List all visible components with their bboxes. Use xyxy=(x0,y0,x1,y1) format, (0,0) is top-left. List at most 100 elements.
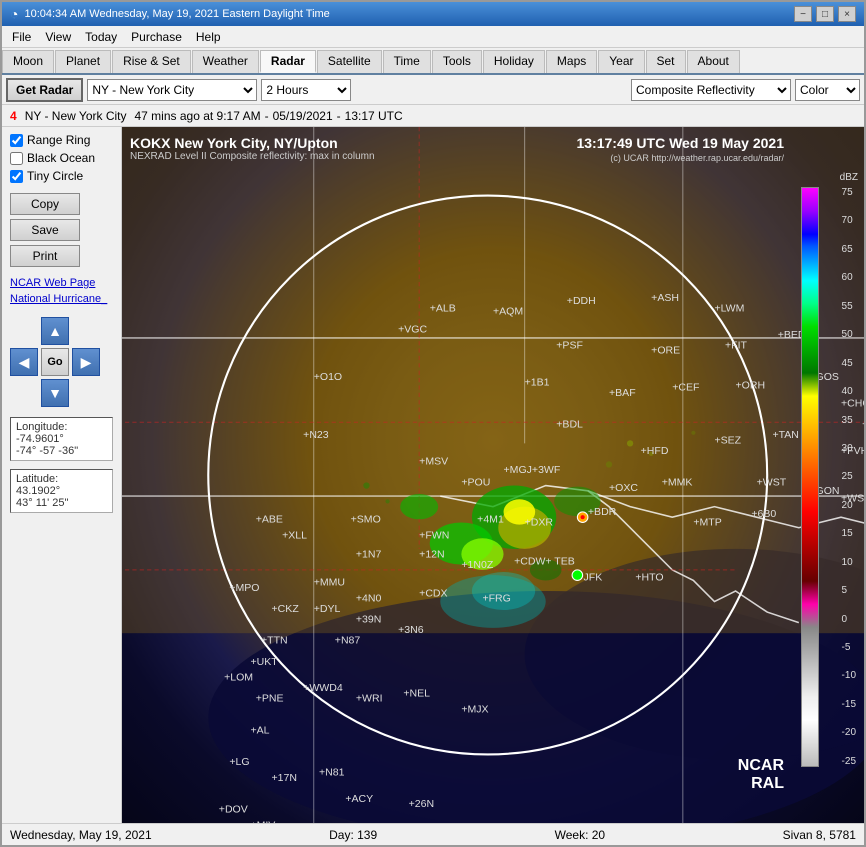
black-ocean-checkbox[interactable] xyxy=(10,152,23,165)
status-separator1: - xyxy=(265,109,269,123)
svg-text:+FWN: +FWN xyxy=(419,529,449,541)
svg-text:+N23: +N23 xyxy=(303,429,329,441)
location-select[interactable]: NY - New York City xyxy=(87,79,257,101)
tab-planet[interactable]: Planet xyxy=(55,50,111,73)
svg-text:+NZW: +NZW xyxy=(862,419,864,431)
nav-down-button[interactable]: ▼ xyxy=(41,379,69,407)
svg-text:+MSV: +MSV xyxy=(419,455,448,467)
tab-tools[interactable]: Tools xyxy=(432,50,482,73)
get-radar-button[interactable]: Get Radar xyxy=(6,78,83,102)
tab-satellite[interactable]: Satellite xyxy=(317,50,382,73)
maximize-button[interactable]: □ xyxy=(816,6,834,22)
menu-today[interactable]: Today xyxy=(79,28,123,46)
tiny-circle-label: Tiny Circle xyxy=(27,169,83,183)
nav-up-button[interactable]: ▲ xyxy=(41,317,69,345)
ncar-ral-watermark: NCAR RAL xyxy=(738,757,784,793)
radar-display: +VGC +ALB +AQM +DDH +ASH +LWM +O1O +PSF … xyxy=(122,127,864,823)
svg-text:+CKZ: +CKZ xyxy=(272,603,300,615)
svg-text:+1B1: +1B1 xyxy=(525,376,550,388)
tab-holiday[interactable]: Holiday xyxy=(483,50,545,73)
nav-right-button[interactable]: ▶ xyxy=(72,348,100,376)
svg-text:+WRI: +WRI xyxy=(356,693,383,705)
tab-set[interactable]: Set xyxy=(646,50,686,73)
menu-help[interactable]: Help xyxy=(190,28,227,46)
ncar-link[interactable]: NCAR Web Page xyxy=(10,277,113,289)
svg-text:+ORE: +ORE xyxy=(651,345,680,357)
tab-maps[interactable]: Maps xyxy=(546,50,597,73)
svg-text:+3N6: +3N6 xyxy=(398,624,424,636)
tab-time[interactable]: Time xyxy=(383,50,431,73)
window-title: 10:04:34 AM Wednesday, May 19, 2021 East… xyxy=(24,8,329,20)
svg-text:+MGJ+3WF: +MGJ+3WF xyxy=(504,464,561,476)
svg-text:+SMO: +SMO xyxy=(351,513,381,525)
svg-text:+BAF: +BAF xyxy=(609,387,636,399)
svg-text:+1N0Z: +1N0Z xyxy=(461,559,493,571)
go-button[interactable]: Go xyxy=(41,348,69,376)
svg-text:+AQM: +AQM xyxy=(493,306,523,318)
svg-text:+DXR: +DXR xyxy=(525,517,554,529)
tab-weather[interactable]: Weather xyxy=(192,50,259,73)
svg-text:+MJX: +MJX xyxy=(461,703,488,715)
svg-text:+AL: +AL xyxy=(250,724,269,736)
radar-svg: +VGC +ALB +AQM +DDH +ASH +LWM +O1O +PSF … xyxy=(122,127,864,823)
svg-text:+ABE: +ABE xyxy=(256,513,283,525)
minimize-button[interactable]: − xyxy=(794,6,812,22)
close-button[interactable]: × xyxy=(838,6,856,22)
hurricane-link[interactable]: National Hurricane_ xyxy=(10,293,113,305)
svg-text:+BDL: +BDL xyxy=(556,419,583,431)
bottom-week: Week: 20 xyxy=(555,828,605,842)
longitude-val1: -74.9601° xyxy=(16,433,107,445)
svg-text:+PNE: +PNE xyxy=(256,693,284,705)
range-ring-checkbox-row[interactable]: Range Ring xyxy=(10,133,113,147)
menu-file[interactable]: File xyxy=(6,28,37,46)
range-ring-label: Range Ring xyxy=(27,133,90,147)
tiny-circle-checkbox[interactable] xyxy=(10,170,23,183)
menu-view[interactable]: View xyxy=(39,28,77,46)
svg-text:+CDW+ TEB: +CDW+ TEB xyxy=(514,556,575,568)
svg-text:+WWD4: +WWD4 xyxy=(303,682,343,694)
menu-bar: File View Today Purchase Help xyxy=(2,26,864,48)
status-date: 05/19/2021 xyxy=(273,109,333,123)
print-button[interactable]: Print xyxy=(10,245,80,267)
status-bottom-bar: Wednesday, May 19, 2021 Day: 139 Week: 2… xyxy=(2,823,864,845)
main-window: ◔ 10:04:34 AM Wednesday, May 19, 2021 Ea… xyxy=(0,0,866,847)
time-select[interactable]: 2 Hours 1 Hour 30 Min 15 Min xyxy=(261,79,351,101)
radar-header: KOKX New York City, NY/Upton NEXRAD Leve… xyxy=(130,135,375,162)
nav-tabs: Moon Planet Rise & Set Weather Radar Sat… xyxy=(2,48,864,75)
longitude-val2: -74° -57 -36" xyxy=(16,445,107,457)
tab-year[interactable]: Year xyxy=(598,50,644,73)
tab-radar[interactable]: Radar xyxy=(260,50,316,73)
range-ring-checkbox[interactable] xyxy=(10,134,23,147)
tab-moon[interactable]: Moon xyxy=(2,50,54,73)
svg-text:+ORH: +ORH xyxy=(736,380,766,392)
black-ocean-checkbox-row[interactable]: Black Ocean xyxy=(10,151,113,165)
main-area: Range Ring Black Ocean Tiny Circle Copy … xyxy=(2,127,864,823)
tab-rise-set[interactable]: Rise & Set xyxy=(112,50,191,73)
window-controls: − □ × xyxy=(794,6,856,22)
svg-text:+TAN: +TAN xyxy=(772,429,798,441)
color-select[interactable]: Color Gray xyxy=(795,79,860,101)
svg-text:+N87: +N87 xyxy=(335,635,361,647)
save-button[interactable]: Save xyxy=(10,219,80,241)
status-time-ago: 47 mins ago at 9:17 AM xyxy=(135,109,261,123)
tab-about[interactable]: About xyxy=(687,50,740,73)
latitude-box: Latitude: 43.1902° 43° 11' 25" xyxy=(10,469,113,513)
svg-text:+1N7: +1N7 xyxy=(356,548,382,560)
svg-text:+HTO: +HTO xyxy=(635,571,663,583)
app-icon: ◔ xyxy=(10,6,18,22)
bottom-calendar: Sivan 8, 5781 xyxy=(783,828,856,842)
tiny-circle-checkbox-row[interactable]: Tiny Circle xyxy=(10,169,113,183)
svg-text:+ACY: +ACY xyxy=(345,793,373,805)
radar-datetime: 13:17:49 UTC Wed 19 May 2021 xyxy=(576,135,784,151)
nav-left-button[interactable]: ◀ xyxy=(10,348,38,376)
svg-text:+HFD: +HFD xyxy=(641,445,669,457)
radar-station: KOKX New York City, NY/Upton xyxy=(130,135,375,151)
svg-text:+OXC: +OXC xyxy=(609,482,638,494)
svg-text:+MMU: +MMU xyxy=(314,577,345,589)
copy-button[interactable]: Copy xyxy=(10,193,80,215)
color-scale-bar xyxy=(801,187,819,767)
menu-purchase[interactable]: Purchase xyxy=(125,28,188,46)
type-select[interactable]: Composite Reflectivity Base Reflectivity… xyxy=(631,79,791,101)
bottom-day: Day: 139 xyxy=(329,828,377,842)
svg-text:+4N0: +4N0 xyxy=(356,593,382,605)
